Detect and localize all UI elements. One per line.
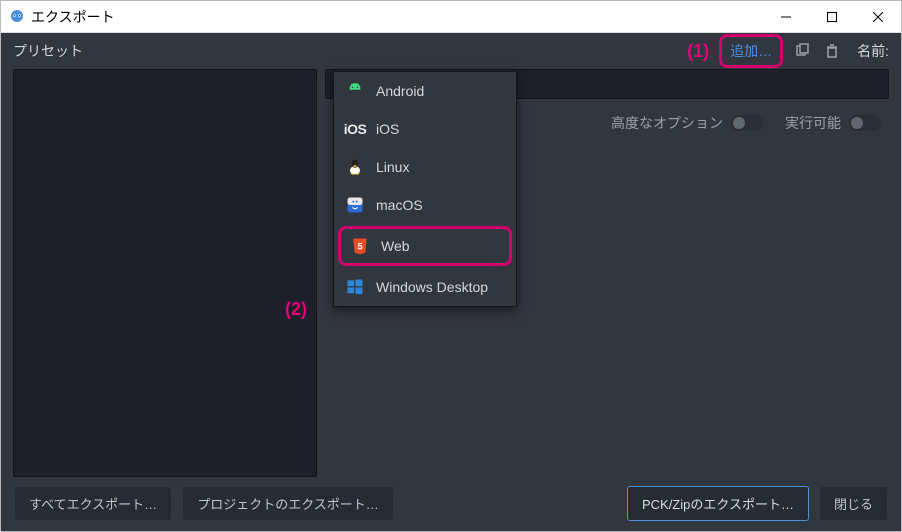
menu-item-windows[interactable]: Windows Desktop xyxy=(334,268,516,306)
menu-item-label: Windows Desktop xyxy=(376,279,488,295)
titlebar-left: エクスポート xyxy=(9,7,115,27)
menu-item-label: Android xyxy=(376,83,424,99)
annotation-1: (1) xyxy=(687,41,709,62)
advanced-options-label: 高度なオプション xyxy=(611,113,723,133)
switch-icon xyxy=(849,115,881,131)
menu-item-ios[interactable]: iOS iOS xyxy=(334,110,516,148)
app-icon xyxy=(9,7,25,26)
preset-label: プリセット xyxy=(13,41,83,61)
close-window-button[interactable] xyxy=(855,1,901,32)
toolbar: プリセット (1) 追加… 名前: xyxy=(1,33,901,69)
linux-icon xyxy=(344,156,366,178)
annotation-2: (2) xyxy=(285,299,307,320)
titlebar-controls xyxy=(763,1,901,32)
menu-item-macos[interactable]: macOS xyxy=(334,186,516,224)
advanced-options-toggle[interactable]: 高度なオプション xyxy=(611,113,763,133)
maximize-button[interactable] xyxy=(809,1,855,32)
menu-item-label: iOS xyxy=(376,121,399,137)
menu-item-android[interactable]: Android xyxy=(334,72,516,110)
menu-item-label: Linux xyxy=(376,159,409,175)
menu-item-linux[interactable]: Linux xyxy=(334,148,516,186)
windows-icon xyxy=(344,276,366,298)
bottom-button-bar: すべてエクスポート… プロジェクトのエクスポート… PCK/Zipのエクスポート… xyxy=(1,485,901,531)
html5-icon: 5 xyxy=(349,235,371,257)
runnable-toggle[interactable]: 実行可能 xyxy=(785,113,881,133)
add-preset-dropdown: Android iOS iOS Linux macOS 5 xyxy=(333,71,517,307)
menu-item-label: macOS xyxy=(376,197,423,213)
export-window: エクスポート プリセット (1) 追加… 名前: 高度なオプション xyxy=(0,0,902,532)
ios-icon: iOS xyxy=(344,118,366,140)
window-title: エクスポート xyxy=(31,7,115,27)
body: 高度なオプション 実行可能 (2) Android iOS iOS xyxy=(1,69,901,485)
window-titlebar: エクスポート xyxy=(1,1,901,33)
svg-text:5: 5 xyxy=(357,241,362,251)
add-preset-button[interactable]: 追加… xyxy=(719,34,783,68)
duplicate-icon[interactable] xyxy=(791,40,813,62)
android-icon xyxy=(344,80,366,102)
delete-icon[interactable] xyxy=(821,40,843,62)
export-project-button[interactable]: プロジェクトのエクスポート… xyxy=(183,487,393,520)
close-button[interactable]: 閉じる xyxy=(820,487,887,520)
preset-list-panel[interactable] xyxy=(13,69,317,477)
runnable-label: 実行可能 xyxy=(785,113,841,133)
switch-icon xyxy=(731,115,763,131)
menu-item-web[interactable]: 5 Web xyxy=(338,226,512,266)
export-all-button[interactable]: すべてエクスポート… xyxy=(15,487,171,520)
minimize-button[interactable] xyxy=(763,1,809,32)
export-pck-button[interactable]: PCK/Zipのエクスポート… xyxy=(628,487,808,520)
menu-item-label: Web xyxy=(381,238,410,254)
macos-icon xyxy=(344,194,366,216)
name-label: 名前: xyxy=(857,41,889,61)
